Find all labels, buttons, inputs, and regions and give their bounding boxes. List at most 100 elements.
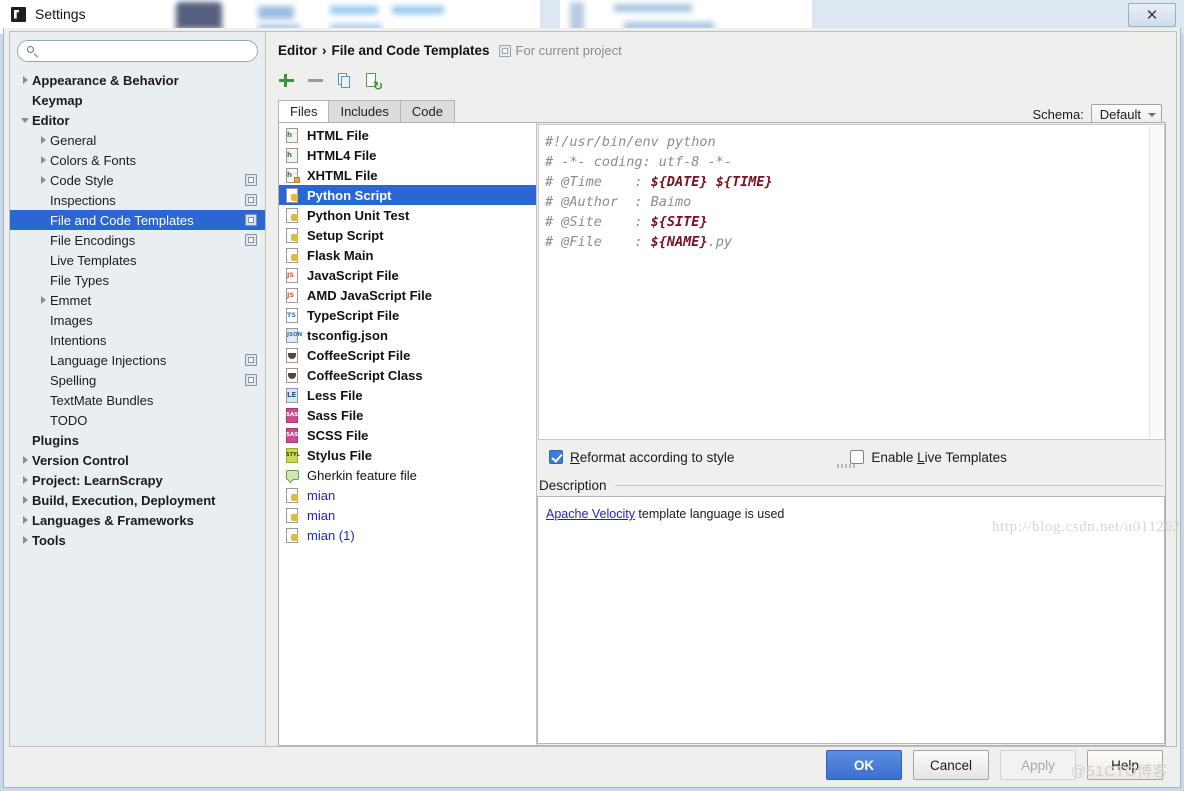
apply-button[interactable]: Apply: [1000, 750, 1076, 780]
chevron-closed-icon[interactable]: [18, 476, 32, 484]
template-list-item[interactable]: CoffeeScript File: [279, 345, 536, 365]
sidebar-item-intentions[interactable]: Intentions: [10, 330, 265, 350]
template-list-item[interactable]: JS JavaScript File: [279, 265, 536, 285]
template-list-item[interactable]: JS AMD JavaScript File: [279, 285, 536, 305]
template-list-item[interactable]: mian (1): [279, 525, 536, 545]
sidebar-item-editor[interactable]: Editor: [10, 110, 265, 130]
template-list-item[interactable]: h XHTML File: [279, 165, 536, 185]
sidebar-item-label: File and Code Templates: [50, 212, 194, 228]
chevron-closed-icon[interactable]: [18, 536, 32, 544]
chevron-closed-icon[interactable]: [36, 296, 50, 304]
tab-files[interactable]: Files: [278, 100, 330, 122]
sidebar-item-inspections[interactable]: Inspections: [10, 190, 265, 210]
description-box[interactable]: Apache Velocity template language is use…: [537, 496, 1165, 744]
html-file-icon: h: [285, 147, 300, 163]
sidebar-item-colors-fonts[interactable]: Colors & Fonts: [10, 150, 265, 170]
sidebar-item-general[interactable]: General: [10, 130, 265, 150]
cancel-button[interactable]: Cancel: [913, 750, 989, 780]
sidebar-item-spelling[interactable]: Spelling: [10, 370, 265, 390]
sidebar-item-appearance-behavior[interactable]: Appearance & Behavior: [10, 70, 265, 90]
template-list-item[interactable]: mian: [279, 505, 536, 525]
splitter-grip[interactable]: [837, 464, 855, 468]
template-code-editor[interactable]: #!/usr/bin/env python # -*- coding: utf-8…: [538, 124, 1165, 440]
template-list-item[interactable]: CoffeeScript Class: [279, 365, 536, 385]
template-list-item-label: Python Script: [307, 187, 392, 203]
sidebar-item-label: TextMate Bundles: [50, 392, 154, 408]
pycharm-icon: [11, 6, 26, 22]
sidebar-item-todo[interactable]: TODO: [10, 410, 265, 430]
reformat-checkbox-box[interactable]: [549, 450, 563, 464]
live-templates-checkbox-box[interactable]: [850, 450, 865, 464]
project-scope-icon: [245, 174, 257, 186]
sidebar-item-live-templates[interactable]: Live Templates: [10, 250, 265, 270]
chevron-closed-icon[interactable]: [18, 516, 32, 524]
settings-tree[interactable]: Appearance & Behavior Keymap Editor General…: [10, 68, 265, 746]
ok-button[interactable]: OK: [826, 750, 902, 780]
template-list-item-label: Sass File: [307, 407, 364, 423]
schema-value: Default: [1099, 107, 1141, 122]
template-list-item[interactable]: STYL Stylus File: [279, 445, 536, 465]
apache-velocity-link[interactable]: Apache Velocity: [546, 507, 635, 521]
sidebar-item-project-learnscrapy[interactable]: Project: LearnScrapy: [10, 470, 265, 490]
chevron-closed-icon[interactable]: [36, 156, 50, 164]
template-list-item[interactable]: Flask Main: [279, 245, 536, 265]
chevron-closed-icon[interactable]: [18, 496, 32, 504]
add-template-button[interactable]: [278, 72, 295, 89]
template-list-item[interactable]: SASS SCSS File: [279, 425, 536, 445]
sidebar-item-emmet[interactable]: Emmet: [10, 290, 265, 310]
template-list-item[interactable]: JSON tsconfig.json: [279, 325, 536, 345]
chevron-closed-icon[interactable]: [18, 456, 32, 464]
template-list-item[interactable]: Gherkin feature file: [279, 465, 536, 485]
copy-template-button[interactable]: [336, 72, 353, 89]
live-templates-checkbox-label: Enable Live Templates: [871, 449, 1007, 465]
sidebar-item-label: Editor: [32, 112, 70, 128]
sidebar-item-file-and-code-templates[interactable]: File and Code Templates: [10, 210, 265, 230]
description-text: Apache Velocity template language is use…: [546, 507, 784, 521]
python-file-icon: [285, 207, 300, 223]
sidebar-item-version-control[interactable]: Version Control: [10, 450, 265, 470]
template-list-item[interactable]: TS TypeScript File: [279, 305, 536, 325]
breadcrumb-parent[interactable]: Editor: [278, 43, 317, 58]
sidebar-item-file-encodings[interactable]: File Encodings: [10, 230, 265, 250]
template-list-item[interactable]: Python Script: [279, 185, 536, 205]
sidebar-item-label: TODO: [50, 412, 88, 428]
template-list-item-label: mian: [307, 487, 336, 503]
sidebar-item-images[interactable]: Images: [10, 310, 265, 330]
chevron-closed-icon[interactable]: [18, 76, 32, 84]
sidebar-item-build-execution-deployment[interactable]: Build, Execution, Deployment: [10, 490, 265, 510]
sidebar-item-plugins[interactable]: Plugins: [10, 430, 265, 450]
tab-code[interactable]: Code: [399, 100, 455, 122]
template-list-item[interactable]: SASS Sass File: [279, 405, 536, 425]
help-button[interactable]: Help: [1087, 750, 1163, 780]
sidebar-item-file-types[interactable]: File Types: [10, 270, 265, 290]
remove-template-button[interactable]: [307, 72, 324, 89]
reformat-checkbox[interactable]: Reformat according to style: [549, 450, 734, 465]
sidebar-item-language-injections[interactable]: Language Injections: [10, 350, 265, 370]
breadcrumb-separator: ›: [322, 43, 327, 58]
template-list-item[interactable]: Python Unit Test: [279, 205, 536, 225]
template-list-item[interactable]: mian: [279, 485, 536, 505]
template-list-item[interactable]: h HTML4 File: [279, 145, 536, 165]
template-list-item[interactable]: h HTML File: [279, 125, 536, 145]
sidebar-item-textmate-bundles[interactable]: TextMate Bundles: [10, 390, 265, 410]
live-templates-checkbox[interactable]: Enable Live Templates: [850, 450, 1007, 465]
chevron-closed-icon[interactable]: [36, 176, 50, 184]
sidebar-item-code-style[interactable]: Code Style: [10, 170, 265, 190]
chevron-closed-icon[interactable]: [36, 136, 50, 144]
search-box[interactable]: [17, 40, 258, 62]
chevron-open-icon[interactable]: [18, 117, 32, 123]
templates-list[interactable]: h HTML File h HTML4 File h XHTML File Python S…: [279, 123, 537, 745]
template-list-item[interactable]: Setup Script: [279, 225, 536, 245]
tab-includes[interactable]: Includes: [328, 100, 401, 122]
settings-sidebar: Appearance & Behavior Keymap Editor General…: [10, 32, 266, 746]
sidebar-item-keymap[interactable]: Keymap: [10, 90, 265, 110]
template-list-item[interactable]: LE Less File: [279, 385, 536, 405]
close-window-button[interactable]: ✕: [1128, 3, 1176, 27]
reset-template-button[interactable]: [365, 72, 383, 92]
sidebar-item-languages-frameworks[interactable]: Languages & Frameworks: [10, 510, 265, 530]
template-code-text[interactable]: #!/usr/bin/env python # -*- coding: utf-8…: [539, 125, 1164, 252]
sidebar-item-tools[interactable]: Tools: [10, 530, 265, 550]
sidebar-item-label: Project: LearnScrapy: [32, 472, 163, 488]
search-input[interactable]: [43, 43, 249, 59]
editor-scrollbar[interactable]: [1149, 126, 1163, 438]
